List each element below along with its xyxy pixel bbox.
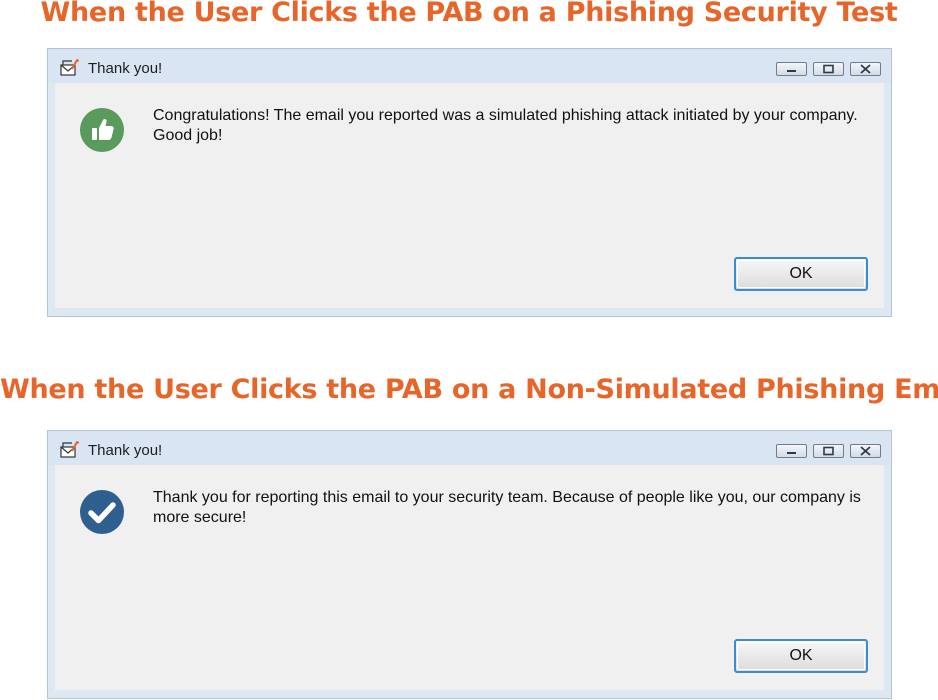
minimize-button[interactable] bbox=[776, 444, 807, 458]
report-envelope-icon bbox=[60, 441, 80, 459]
maximize-icon bbox=[823, 64, 834, 74]
maximize-icon bbox=[823, 446, 834, 456]
minimize-icon bbox=[787, 452, 796, 454]
report-envelope-icon bbox=[60, 59, 80, 77]
checkmark-icon bbox=[80, 490, 124, 534]
close-icon bbox=[860, 446, 871, 456]
minimize-icon bbox=[787, 70, 796, 72]
ok-button[interactable]: OK bbox=[734, 257, 868, 291]
close-button[interactable] bbox=[850, 444, 881, 458]
close-icon bbox=[860, 64, 871, 74]
maximize-button[interactable] bbox=[813, 444, 844, 458]
title-bar: Thank you! bbox=[48, 431, 891, 465]
minimize-button[interactable] bbox=[776, 62, 807, 76]
thank-you-dialog-phishing-test: Thank you! Congratulations! The email yo… bbox=[47, 48, 892, 317]
dialog-body: Congratulations! The email you reported … bbox=[55, 83, 884, 308]
ok-button[interactable]: OK bbox=[734, 639, 868, 673]
dialog-message: Congratulations! The email you reported … bbox=[153, 107, 858, 144]
thank-you-dialog-non-simulated: Thank you! Thank you for reporting this … bbox=[47, 430, 892, 699]
section-heading-non-simulated-email: When the User Clicks the PAB on a Non-Si… bbox=[0, 374, 938, 405]
window-title: Thank you! bbox=[88, 442, 163, 459]
thumbs-up-icon bbox=[80, 108, 124, 152]
dialog-body: Thank you for reporting this email to yo… bbox=[55, 465, 884, 690]
title-bar: Thank you! bbox=[48, 49, 891, 83]
window-title: Thank you! bbox=[88, 60, 163, 77]
dialog-message: Thank you for reporting this email to yo… bbox=[153, 489, 861, 526]
close-button[interactable] bbox=[850, 62, 881, 76]
maximize-button[interactable] bbox=[813, 62, 844, 76]
section-heading-phishing-test: When the User Clicks the PAB on a Phishi… bbox=[40, 0, 898, 28]
